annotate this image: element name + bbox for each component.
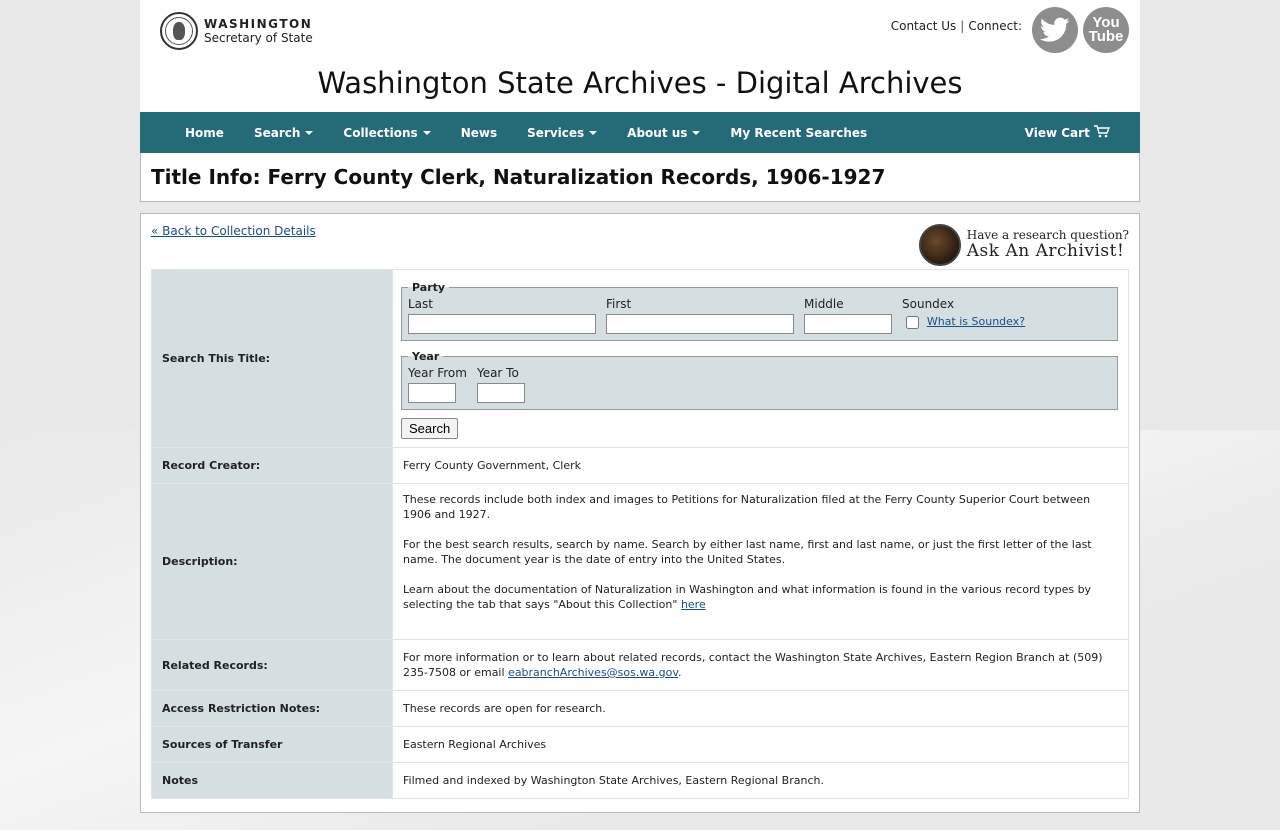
soundex-col: Soundex What is Soundex? <box>902 297 1025 334</box>
logo-line1: WASHINGTON <box>204 16 313 31</box>
year-to-label: Year To <box>476 366 519 380</box>
sos-logo[interactable]: WASHINGTON Secretary of State <box>160 12 313 50</box>
record-creator-label: Record Creator: <box>151 447 393 484</box>
year-from-input[interactable] <box>408 383 456 403</box>
nav-collections-label: Collections <box>343 125 418 140</box>
notes-value: Filmed and indexed by Washington State A… <box>392 762 1129 799</box>
soundex-label: Soundex <box>902 297 955 311</box>
first-name-input[interactable] <box>606 314 794 334</box>
view-cart-label: View Cart <box>1024 126 1090 140</box>
ask-archivist-text: Have a research question? Ask An Archivi… <box>966 228 1129 262</box>
caret-down-icon <box>422 130 431 135</box>
what-is-soundex-link[interactable]: What is Soundex? <box>927 315 1025 328</box>
last-name-input[interactable] <box>408 314 596 334</box>
description-paragraph-3: Learn about the documentation of Natural… <box>403 582 1118 612</box>
party-legend: Party <box>412 281 446 294</box>
nav-search-label: Search <box>253 125 301 140</box>
table-row: Notes Filmed and indexed by Washington S… <box>151 762 1129 799</box>
back-to-collection-link[interactable]: « Back to Collection Details <box>151 224 316 238</box>
year-to-col: Year To <box>476 366 525 403</box>
party-fieldset: Party Last First Middle Soundex What is … <box>401 280 1118 341</box>
middle-name-input[interactable] <box>804 314 892 334</box>
state-seal-icon <box>160 12 198 50</box>
content-panel: « Back to Collection Details Have a rese… <box>140 213 1140 813</box>
about-collection-here-link[interactable]: here <box>681 598 706 611</box>
search-form-cell: Party Last First Middle Soundex What is … <box>392 269 1129 448</box>
page-title: Title Info: Ferry County Clerk, Naturali… <box>151 165 886 189</box>
contact-us-link[interactable]: Contact Us <box>891 19 957 33</box>
twitter-icon[interactable] <box>1032 7 1078 53</box>
related-records-label: Related Records: <box>151 639 393 691</box>
year-fieldset: Year Year From Year To <box>401 349 1118 410</box>
table-row: Description: These records include both … <box>151 483 1129 640</box>
access-restriction-label: Access Restriction Notes: <box>151 690 393 727</box>
middle-name-col: Middle <box>804 297 892 334</box>
nav-search[interactable]: Search <box>253 125 314 140</box>
nav-home[interactable]: Home <box>185 126 224 140</box>
year-fields: Year From Year To <box>408 366 1111 403</box>
ask-archivist-banner[interactable]: Have a research question? Ask An Archivi… <box>918 224 1129 266</box>
view-cart-link[interactable]: View Cart <box>1024 125 1111 141</box>
nav-services[interactable]: Services <box>527 125 598 140</box>
table-row: Record Creator: Ferry County Government,… <box>151 447 1129 484</box>
year-legend: Year <box>412 350 440 363</box>
main-nav: Home Search Collections News Services Ab… <box>140 112 1140 153</box>
soundex-checkbox[interactable] <box>906 316 919 329</box>
year-to-input[interactable] <box>476 383 525 403</box>
sources-of-transfer-label: Sources of Transfer <box>151 726 393 763</box>
site-header: WASHINGTON Secretary of State Contact Us… <box>140 0 1140 112</box>
caret-down-icon <box>589 130 598 135</box>
top-links-separator: | <box>960 19 965 33</box>
year-from-col: Year From <box>408 366 467 403</box>
party-fields: Last First Middle Soundex What is Sounde… <box>408 297 1111 334</box>
sources-of-transfer-value: Eastern Regional Archives <box>392 726 1129 763</box>
record-creator-value: Ferry County Government, Clerk <box>392 447 1129 484</box>
page-container: WASHINGTON Secretary of State Contact Us… <box>140 0 1140 813</box>
table-row: Related Records: For more information or… <box>151 639 1129 691</box>
nav-collections[interactable]: Collections <box>343 125 431 140</box>
description-p3-text: Learn about the documentation of Natural… <box>403 583 1092 611</box>
title-box: Title Info: Ferry County Clerk, Naturali… <box>140 153 1140 202</box>
nav-home-label: Home <box>185 125 224 140</box>
youtube-icon[interactable]: You Tube <box>1083 7 1129 53</box>
nav-about-label: About us <box>627 125 688 140</box>
title-info-table: Search This Title: Party Last First Midd… <box>151 269 1129 799</box>
top-links: Contact Us | Connect: <box>891 19 1022 33</box>
related-records-end: . <box>677 666 682 679</box>
caret-down-icon <box>692 130 701 135</box>
nav-recent-label: My Recent Searches <box>730 125 868 140</box>
middle-name-label: Middle <box>804 297 844 311</box>
description-paragraph-1: These records include both index and ima… <box>403 493 1091 521</box>
nav-about[interactable]: About us <box>627 125 701 140</box>
last-name-col: Last <box>408 297 596 334</box>
first-name-col: First <box>606 297 794 334</box>
year-from-label: Year From <box>408 366 467 380</box>
search-button[interactable]: Search <box>401 418 459 439</box>
description-label: Description: <box>151 483 393 640</box>
nav-news[interactable]: News <box>461 126 497 140</box>
ask-line2: Ask An Archivist! <box>966 241 1125 262</box>
last-name-label: Last <box>408 297 433 311</box>
table-row: Access Restriction Notes: These records … <box>151 690 1129 727</box>
logo-text: WASHINGTON Secretary of State <box>204 17 313 46</box>
nav-services-label: Services <box>527 125 585 140</box>
branch-email-link[interactable]: eabranchArchives@sos.wa.gov <box>508 666 678 679</box>
related-records-value: For more information or to learn about r… <box>392 639 1129 691</box>
connect-label: Connect: <box>968 19 1022 33</box>
cart-icon <box>1094 125 1111 141</box>
nav-news-label: News <box>460 125 498 140</box>
search-title-label: Search This Title: <box>151 269 393 448</box>
notes-label: Notes <box>151 762 393 799</box>
access-restriction-value: These records are open for research. <box>392 690 1129 727</box>
description-paragraph-2: For the best search results, search by n… <box>403 538 1092 566</box>
table-row: Sources of Transfer Eastern Regional Arc… <box>151 726 1129 763</box>
caret-down-icon <box>305 130 314 135</box>
archive-books-icon <box>918 224 961 266</box>
description-value: These records include both index and ima… <box>392 483 1129 640</box>
site-title: Washington State Archives - Digital Arch… <box>317 66 963 100</box>
nav-recent-searches[interactable]: My Recent Searches <box>730 126 867 140</box>
first-name-label: First <box>606 297 632 311</box>
table-row: Search This Title: Party Last First Midd… <box>151 269 1129 448</box>
logo-line2: Secretary of State <box>204 31 313 45</box>
